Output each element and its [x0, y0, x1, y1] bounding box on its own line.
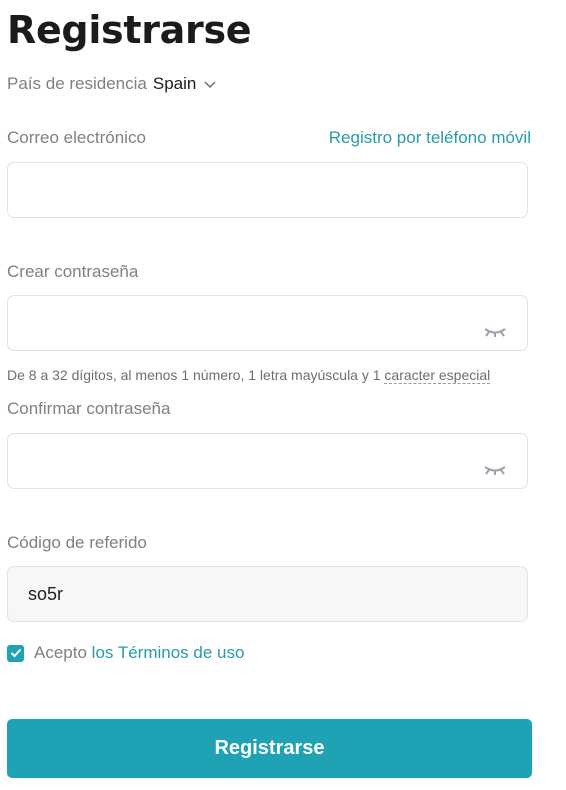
email-field-box [7, 162, 528, 218]
terms-row: Acepto los Términos de uso [7, 643, 244, 663]
phone-registration-link[interactable]: Registro por teléfono móvil [329, 128, 531, 148]
password-field-box [7, 295, 528, 351]
password-field[interactable] [8, 296, 527, 350]
chevron-down-icon [204, 81, 216, 89]
email-label: Correo electrónico [7, 128, 146, 147]
confirm-password-label: Confirmar contraseña [7, 399, 171, 418]
password-hint: De 8 a 32 dígitos, al menos 1 número, 1 … [7, 367, 491, 384]
referral-code-field[interactable] [8, 567, 527, 621]
eye-closed-icon[interactable] [483, 464, 507, 476]
country-value: Spain [152, 74, 197, 93]
terms-text: Acepto los Términos de uso [34, 643, 244, 663]
password-hint-text: De 8 a 32 dígitos, al menos 1 número, 1 … [7, 367, 385, 383]
terms-checkbox[interactable] [7, 644, 24, 662]
checkmark-icon [10, 648, 21, 658]
residence-row: País de residencia Spain [7, 74, 217, 94]
email-field[interactable] [8, 163, 527, 217]
referral-field-box [7, 566, 528, 622]
referral-label: Código de referido [7, 533, 147, 552]
confirm-password-field[interactable] [8, 434, 527, 488]
terms-prefix: Acepto [34, 643, 87, 662]
password-label: Crear contraseña [7, 262, 139, 281]
register-button[interactable]: Registrarse [7, 719, 532, 778]
page-title: Registrarse [7, 8, 252, 52]
special-character-link[interactable]: caracter especial [384, 367, 491, 384]
country-select[interactable]: Spain [153, 74, 217, 94]
terms-of-use-link[interactable]: los Términos de uso [92, 643, 245, 662]
residence-label: País de residencia [7, 74, 147, 93]
confirm-password-field-box [7, 433, 528, 489]
eye-closed-icon[interactable] [483, 326, 507, 338]
